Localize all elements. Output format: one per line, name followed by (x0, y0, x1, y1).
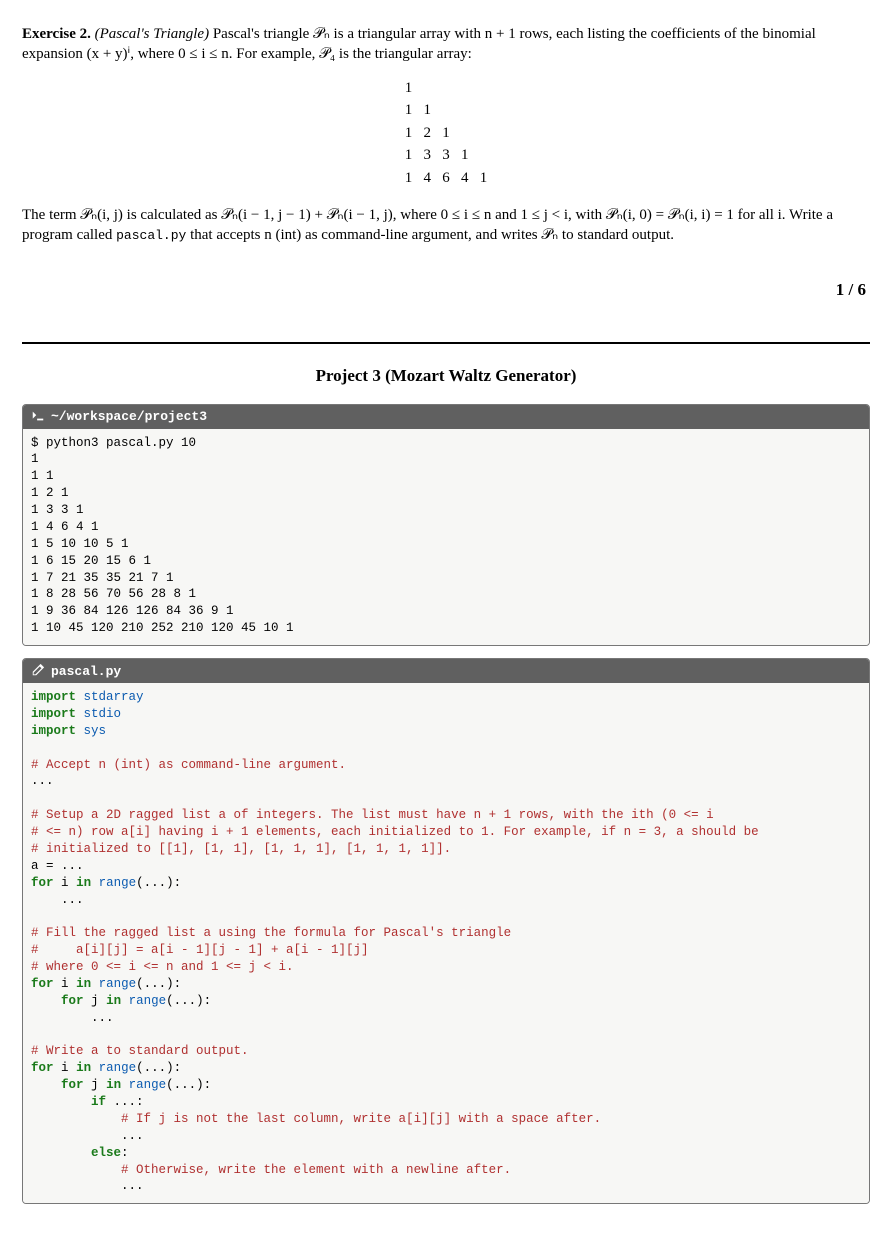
inline-code-filename: pascal.py (116, 228, 186, 243)
exercise-term-paragraph: The term 𝒫ₙ(i, j) is calculated as 𝒫ₙ(i … (22, 205, 870, 246)
edit-icon (31, 663, 45, 679)
pascal-triangle-example: 1 1 1 1 2 1 1 3 3 1 1 4 6 4 1 (405, 77, 488, 190)
exercise-label: Exercise 2. (22, 26, 91, 42)
editor-code: import stdarray import stdio import sys … (23, 683, 869, 1203)
editor-filename: pascal.py (51, 664, 121, 679)
exercise-title: (Pascal's Triangle) (95, 26, 209, 42)
term-desc-b: that accepts n (int) as command-line arg… (186, 227, 674, 243)
terminal-output: $ python3 pascal.py 10 1 1 1 1 2 1 1 3 3… (23, 429, 869, 646)
terminal-header: ~/workspace/project3 (23, 405, 869, 429)
terminal-panel: ~/workspace/project3 $ python3 pascal.py… (22, 404, 870, 647)
project-title: Project 3 (Mozart Waltz Generator) (22, 366, 870, 386)
editor-panel: pascal.py import stdarray import stdio i… (22, 658, 870, 1204)
page-number: 1 / 6 (26, 280, 866, 300)
editor-header: pascal.py (23, 659, 869, 683)
page-divider (22, 342, 870, 344)
exercise-paragraph: Exercise 2. (Pascal's Triangle) Pascal's… (22, 24, 870, 65)
terminal-icon (31, 409, 45, 425)
terminal-path: ~/workspace/project3 (51, 409, 207, 424)
